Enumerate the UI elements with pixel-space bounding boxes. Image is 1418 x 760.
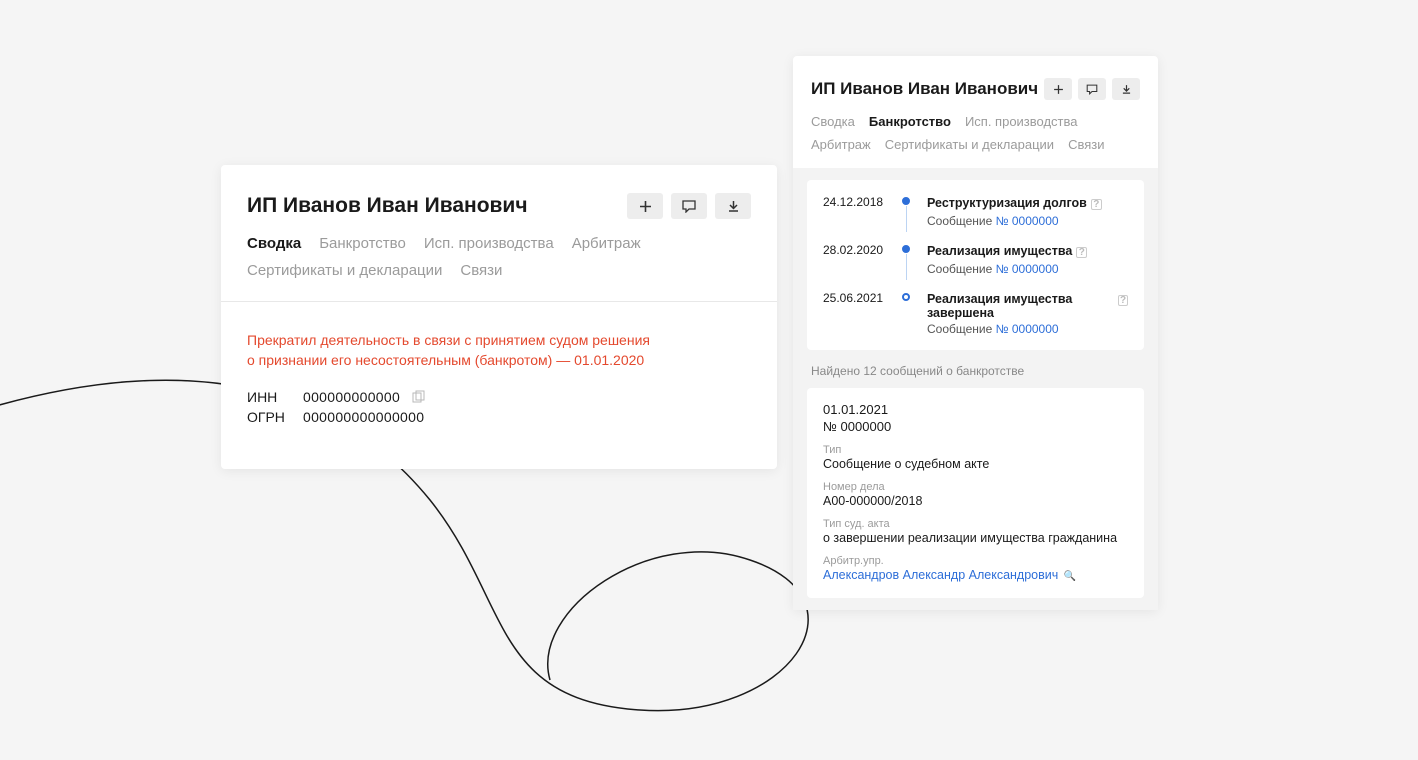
- message-field: ТипСообщение о судебном акте: [823, 444, 1128, 471]
- copy-icon[interactable]: [412, 390, 425, 403]
- add-button[interactable]: [627, 193, 663, 219]
- field-value: A00-000000/2018: [823, 494, 1128, 508]
- tab-исп-производства[interactable]: Исп. производства: [965, 114, 1078, 129]
- tab-сводка[interactable]: Сводка: [811, 114, 855, 129]
- tab-арбитраж[interactable]: Арбитраж: [811, 137, 871, 152]
- card-toolbar: [1044, 78, 1140, 100]
- tab-банкротство[interactable]: Банкротство: [319, 235, 406, 252]
- timeline-marker: [903, 290, 913, 336]
- timeline-marker: [903, 194, 913, 228]
- add-button[interactable]: [1044, 78, 1072, 100]
- message-field: Тип суд. актао завершении реализации иму…: [823, 518, 1128, 545]
- entity-title: ИП Иванов Иван Иванович: [247, 194, 528, 218]
- field-value[interactable]: Александров Александр Александрович 🔍: [823, 568, 1128, 582]
- tab-связи[interactable]: Связи: [460, 262, 502, 279]
- timeline-date: 24.12.2018: [823, 194, 889, 228]
- download-button[interactable]: [1112, 78, 1140, 100]
- tab-арбитраж[interactable]: Арбитраж: [572, 235, 641, 252]
- ogrn-row: ОГРН 000000000000000: [247, 409, 751, 425]
- timeline-card: 24.12.2018 Реструктуризация долгов ? Сообщ…: [807, 180, 1144, 350]
- field-label: Номер дела: [823, 481, 1128, 493]
- field-value: о завершении реализации имущества гражда…: [823, 531, 1128, 545]
- download-icon: [1121, 84, 1131, 94]
- inn-row: ИНН 000000000000: [247, 389, 751, 405]
- inn-label: ИНН: [247, 389, 291, 405]
- timeline-subtitle: Сообщение № 0000000: [927, 322, 1128, 336]
- timeline-marker: [903, 242, 913, 276]
- timeline-subtitle: Сообщение № 0000000: [927, 262, 1128, 276]
- tab-связи[interactable]: Связи: [1068, 137, 1104, 152]
- timeline-item: 25.06.2021 Реализация имущества завершена…: [823, 290, 1128, 336]
- tab-list: Сводка Банкротство Исп. производства Арбитр…: [811, 114, 1140, 168]
- help-icon[interactable]: ?: [1091, 199, 1102, 210]
- message-number: № 0000000: [823, 419, 1128, 434]
- search-icon[interactable]: 🔍: [1064, 571, 1076, 582]
- timeline-title: Реализация имущества ?: [927, 244, 1087, 258]
- comment-icon: [1086, 84, 1097, 94]
- download-icon: [727, 200, 740, 213]
- comment-button[interactable]: [671, 193, 707, 219]
- message-date: 01.01.2021: [823, 402, 1128, 417]
- message-link[interactable]: № 0000000: [996, 214, 1059, 228]
- comment-icon: [682, 200, 696, 213]
- timeline-item: 24.12.2018 Реструктуризация долгов ? Сообщ…: [823, 194, 1128, 242]
- comment-button[interactable]: [1078, 78, 1106, 100]
- field-label: Арбитр.упр.: [823, 555, 1128, 567]
- tab-банкротство[interactable]: Банкротство: [869, 114, 951, 129]
- timeline-title: Реализация имущества завершена ?: [927, 292, 1128, 320]
- message-link[interactable]: № 0000000: [996, 262, 1059, 276]
- timeline-subtitle: Сообщение № 0000000: [927, 214, 1128, 228]
- ogrn-label: ОГРН: [247, 409, 291, 425]
- card-toolbar: [627, 193, 751, 219]
- field-label: Тип суд. акта: [823, 518, 1128, 530]
- inn-value: 000000000000: [303, 389, 400, 405]
- plus-icon: [1053, 84, 1063, 94]
- timeline-date: 28.02.2020: [823, 242, 889, 276]
- tab-сертификаты-и-декларации[interactable]: Сертификаты и декларации: [885, 137, 1054, 152]
- tab-сертификаты-и-декларации[interactable]: Сертификаты и декларации: [247, 262, 442, 279]
- bankruptcy-card: ИП Иванов Иван Иванович Сводка Банкротств…: [793, 56, 1158, 610]
- timeline-date: 25.06.2021: [823, 290, 889, 336]
- tab-list: Сводка Банкротство Исп. производства Арбитр…: [247, 235, 751, 279]
- tab-исп-производства[interactable]: Исп. производства: [424, 235, 554, 252]
- message-field: Номер делаA00-000000/2018: [823, 481, 1128, 508]
- timeline-title: Реструктуризация долгов ?: [927, 196, 1102, 210]
- message-link[interactable]: № 0000000: [996, 322, 1059, 336]
- field-value: Сообщение о судебном акте: [823, 457, 1128, 471]
- tab-сводка[interactable]: Сводка: [247, 235, 301, 252]
- field-label: Тип: [823, 444, 1128, 456]
- ogrn-value: 000000000000000: [303, 409, 424, 425]
- message-field: Арбитр.упр.Александров Александр Алексан…: [823, 555, 1128, 582]
- summary-card: ИП Иванов Иван Иванович Сводка Банкротств…: [221, 165, 777, 469]
- status-text: Прекратил деятельность в связи с приняти…: [247, 330, 751, 371]
- help-icon[interactable]: ?: [1118, 295, 1128, 306]
- help-icon[interactable]: ?: [1076, 247, 1087, 258]
- divider: [221, 301, 777, 302]
- entity-title: ИП Иванов Иван Иванович: [811, 79, 1038, 99]
- timeline-item: 28.02.2020 Реализация имущества ? Сообщени…: [823, 242, 1128, 290]
- message-card: 01.01.2021 № 0000000 ТипСообщение о суде…: [807, 388, 1144, 598]
- found-count: Найдено 12 сообщений о банкротстве: [811, 364, 1144, 378]
- plus-icon: [639, 200, 652, 213]
- download-button[interactable]: [715, 193, 751, 219]
